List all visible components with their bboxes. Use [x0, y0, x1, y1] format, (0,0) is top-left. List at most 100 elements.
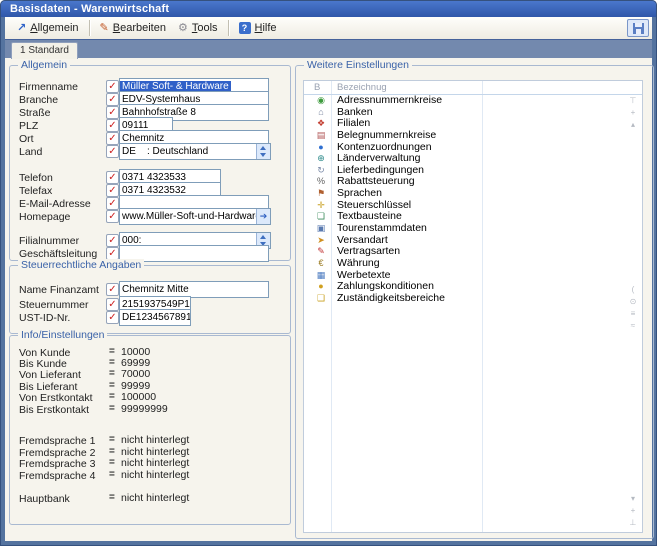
red-check-glyph: ✓: [108, 286, 116, 294]
hauptbank-label: Hauptbank: [19, 493, 70, 505]
filter-icon[interactable]: ≈: [627, 322, 639, 330]
account-assignments-icon: ●: [315, 142, 327, 152]
hauptbank-value: nicht hinterlegt: [121, 492, 189, 504]
scroll-last-icon[interactable]: ⊥: [627, 519, 639, 527]
ustid-input[interactable]: DE123456789123: [119, 309, 191, 326]
plz-label: PLZ: [19, 120, 38, 132]
group-steuer: Steuerrechtliche Angaben Name Finanzamt …: [9, 265, 291, 334]
equals-sign: =: [109, 403, 115, 414]
red-check-glyph: ✓: [108, 314, 116, 322]
plz-check-icon[interactable]: ✓: [106, 119, 119, 132]
discount-control-icon: %: [315, 176, 327, 186]
table-header[interactable]: B Bezeichnug: [304, 81, 642, 95]
land-combobox[interactable]: DE : Deutschland: [119, 143, 271, 160]
group-weitere: Weitere Einstellungen B Bezeichnug ◉Adre…: [295, 65, 654, 539]
equals-sign: =: [109, 346, 115, 357]
land-check-icon[interactable]: ✓: [106, 145, 119, 158]
settings-rows: ◉Adressnummernkreise ⌂Banken ❖Filialen ▤…: [304, 95, 642, 305]
homepage-check-icon[interactable]: ✓: [106, 210, 119, 223]
shipping-method-icon: ➤: [315, 235, 327, 245]
menu-allgemein[interactable]: ↗ Allgemein: [11, 20, 85, 36]
red-check-glyph: ✓: [108, 96, 116, 104]
row-tourenstammdaten[interactable]: ▣Tourenstammdaten: [304, 223, 642, 235]
red-check-glyph: ✓: [108, 83, 116, 91]
ort-check-icon[interactable]: ✓: [106, 132, 119, 145]
land-dropdown-button[interactable]: [256, 144, 270, 159]
equals-sign: =: [109, 368, 115, 379]
row-waehrung[interactable]: €Währung: [304, 258, 642, 270]
equals-sign: =: [109, 357, 115, 368]
save-floppy-icon: [633, 23, 644, 34]
menu-tools[interactable]: ⚙ Tools: [172, 20, 224, 36]
gear-icon: ⚙: [178, 23, 188, 34]
red-check-glyph: ✓: [108, 122, 116, 130]
row-zustaendigkeitsbereiche[interactable]: ❑Zuständigkeitsbereiche: [304, 293, 642, 305]
menu-hilfe[interactable]: ? Hilfe: [233, 20, 283, 36]
red-check-glyph: ✓: [108, 174, 116, 182]
tax-key-icon: ✛: [315, 200, 327, 210]
telefon-check-icon[interactable]: ✓: [106, 171, 119, 184]
column-header-icon[interactable]: B: [314, 82, 320, 93]
contract-types-icon: ✎: [315, 246, 327, 256]
equals-sign: =: [109, 457, 115, 468]
branche-check-icon[interactable]: ✓: [106, 93, 119, 106]
row-adressnummernkreise[interactable]: ◉Adressnummernkreise: [304, 95, 642, 107]
add-icon[interactable]: +: [627, 507, 639, 515]
add-row-icon[interactable]: +: [627, 109, 639, 117]
filialnummer-check-icon[interactable]: ✓: [106, 234, 119, 247]
telefax-check-icon[interactable]: ✓: [106, 184, 119, 197]
group-info-title: Info/Einstellungen: [18, 329, 107, 341]
scroll-down-icon[interactable]: ▾: [627, 495, 639, 503]
open-homepage-button[interactable]: ➔: [256, 209, 270, 224]
land-label: Land: [19, 146, 42, 158]
save-button[interactable]: [627, 19, 649, 37]
row-belegnummernkreise[interactable]: ▤Belegnummernkreise: [304, 130, 642, 142]
group-info: Info/Einstellungen Von Kunde=10000 Bis K…: [9, 335, 291, 525]
steuernummer-check-icon[interactable]: ✓: [106, 298, 119, 311]
tour-master-data-icon: ▣: [315, 223, 327, 233]
tab-strip: 1 Standard: [5, 39, 652, 58]
red-check-glyph: ✓: [108, 200, 116, 208]
menu-allgemein-label: Allgemein: [30, 22, 78, 34]
strasse-check-icon[interactable]: ✓: [106, 106, 119, 119]
banks-icon: ⌂: [315, 107, 327, 117]
email-check-icon[interactable]: ✓: [106, 197, 119, 210]
red-check-glyph: ✓: [108, 213, 116, 221]
menu-tools-label: Tools: [192, 22, 218, 34]
fremdsprache4-value: nicht hinterlegt: [121, 469, 189, 481]
toolbar: ↗ Allgemein ✎ Bearbeiten ⚙ Tools ? Hilfe: [5, 17, 652, 40]
tab-standard[interactable]: 1 Standard: [11, 42, 78, 59]
menu-bearbeiten[interactable]: ✎ Bearbeiten: [94, 20, 172, 36]
finanzamt-check-icon[interactable]: ✓: [106, 283, 119, 296]
bis-erstkontakt-label: Bis Erstkontakt: [19, 404, 89, 416]
ustid-check-icon[interactable]: ✓: [106, 311, 119, 324]
settings-table[interactable]: B Bezeichnug ◉Adressnummernkreise ⌂Banke…: [303, 80, 643, 533]
list-icon[interactable]: ≡: [627, 310, 639, 318]
title-bar[interactable]: Basisdaten - Warenwirtschaft: [1, 1, 656, 17]
window-title: Basisdaten - Warenwirtschaft: [1, 3, 169, 15]
document-number-ranges-icon: ▤: [315, 130, 327, 140]
homepage-label: Homepage: [19, 211, 70, 223]
von-lieferant-value: 70000: [121, 368, 150, 380]
search-icon[interactable]: ⊙: [627, 298, 639, 306]
steuernummer-label: Steuernummer: [19, 299, 88, 311]
toolbar-separator: [89, 20, 90, 36]
bracket-icon[interactable]: (: [627, 286, 639, 294]
firmenname-check-icon[interactable]: ✓: [106, 80, 119, 93]
ustid-label: UST-ID-Nr.: [19, 312, 70, 324]
red-check-glyph: ✓: [108, 250, 116, 258]
group-allgemein-title: Allgemein: [18, 59, 70, 71]
fremdsprache1-value: nicht hinterlegt: [121, 434, 189, 446]
equals-sign: =: [109, 380, 115, 391]
ad-texts-icon: ▦: [315, 270, 327, 280]
scroll-first-icon[interactable]: ⊤: [627, 97, 639, 105]
menu-hilfe-label: Hilfe: [255, 22, 277, 34]
scroll-up-icon[interactable]: ▴: [627, 121, 639, 129]
equals-sign: =: [109, 434, 115, 445]
column-header-bezeichnung[interactable]: Bezeichnug: [337, 82, 387, 93]
homepage-input[interactable]: www.Müller-Soft-und-Hardware.de ➔: [119, 208, 271, 225]
bis-erstkontakt-value: 99999999: [121, 403, 168, 415]
currency-icon: €: [315, 258, 327, 268]
strasse-label: Straße: [19, 107, 51, 119]
equals-sign: =: [109, 469, 115, 480]
